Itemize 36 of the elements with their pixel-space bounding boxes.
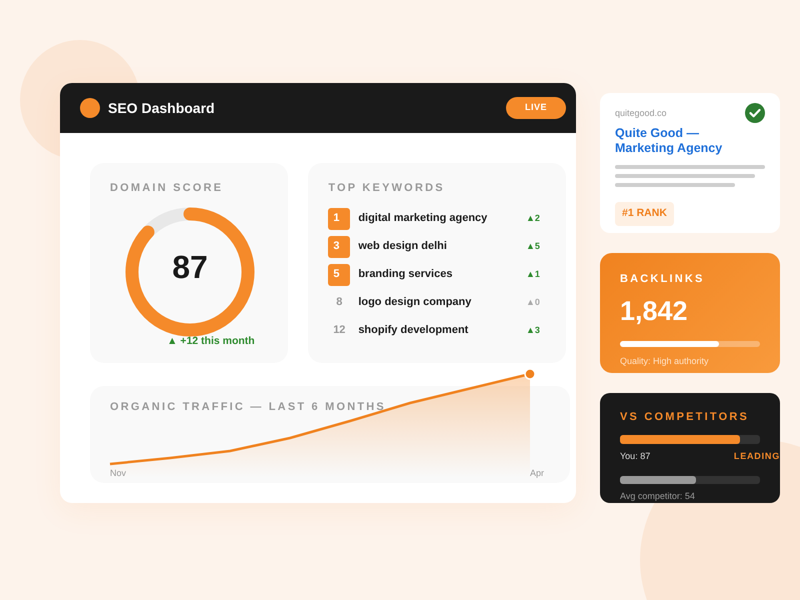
rank-number: 1	[328, 208, 350, 230]
section-label: VS COMPETITORS	[620, 410, 750, 425]
keyword-text: shopify development	[358, 323, 470, 338]
rank-change: ▲5	[526, 240, 541, 253]
result-title: Quite Good — Marketing Agency	[615, 126, 724, 157]
quality-note: Quality: High authority	[620, 354, 710, 368]
section-label: ORGANIC TRAFFIC — LAST 6 MONTHS	[110, 400, 387, 415]
gauge-remainder	[143, 207, 190, 237]
rank-number: 8	[335, 295, 344, 310]
keyword-text: digital marketing agency	[358, 211, 488, 226]
rank-change: ▲2	[526, 212, 541, 225]
dashboard-title: SEO Dashboard	[108, 98, 215, 118]
section-label: DOMAIN SCORE	[110, 181, 224, 196]
live-button[interactable]: LIVE	[506, 97, 566, 119]
keyword-text: web design delhi	[358, 239, 448, 254]
section-label: TOP KEYWORDS	[328, 181, 446, 196]
leading-tag: LEADING	[734, 450, 780, 463]
score-value: 87	[171, 250, 209, 282]
section-label: BACKLINKS	[620, 272, 706, 287]
result-domain: quitegood.co	[615, 107, 668, 120]
keyword-text: branding services	[358, 267, 454, 282]
rank-number: 5	[328, 264, 350, 286]
rank-number: 12	[332, 323, 346, 338]
axis-label: Apr	[530, 466, 544, 480]
rank-number: 3	[328, 236, 350, 258]
rank-change: ▲0	[526, 296, 541, 309]
rank-change: ▲3	[526, 324, 541, 337]
score-change: ▲ +12 this month	[167, 334, 255, 349]
backlinks-value: 1,842	[620, 298, 689, 324]
rank-badge: #1 RANK	[615, 202, 674, 226]
axis-label: Nov	[110, 466, 126, 480]
score-text: Avg competitor: 54	[620, 490, 696, 503]
logo-dot-icon	[80, 98, 100, 118]
rank-change: ▲1	[526, 268, 541, 281]
keyword-text: logo design company	[358, 295, 472, 310]
score-text: You: 87	[620, 450, 650, 462]
